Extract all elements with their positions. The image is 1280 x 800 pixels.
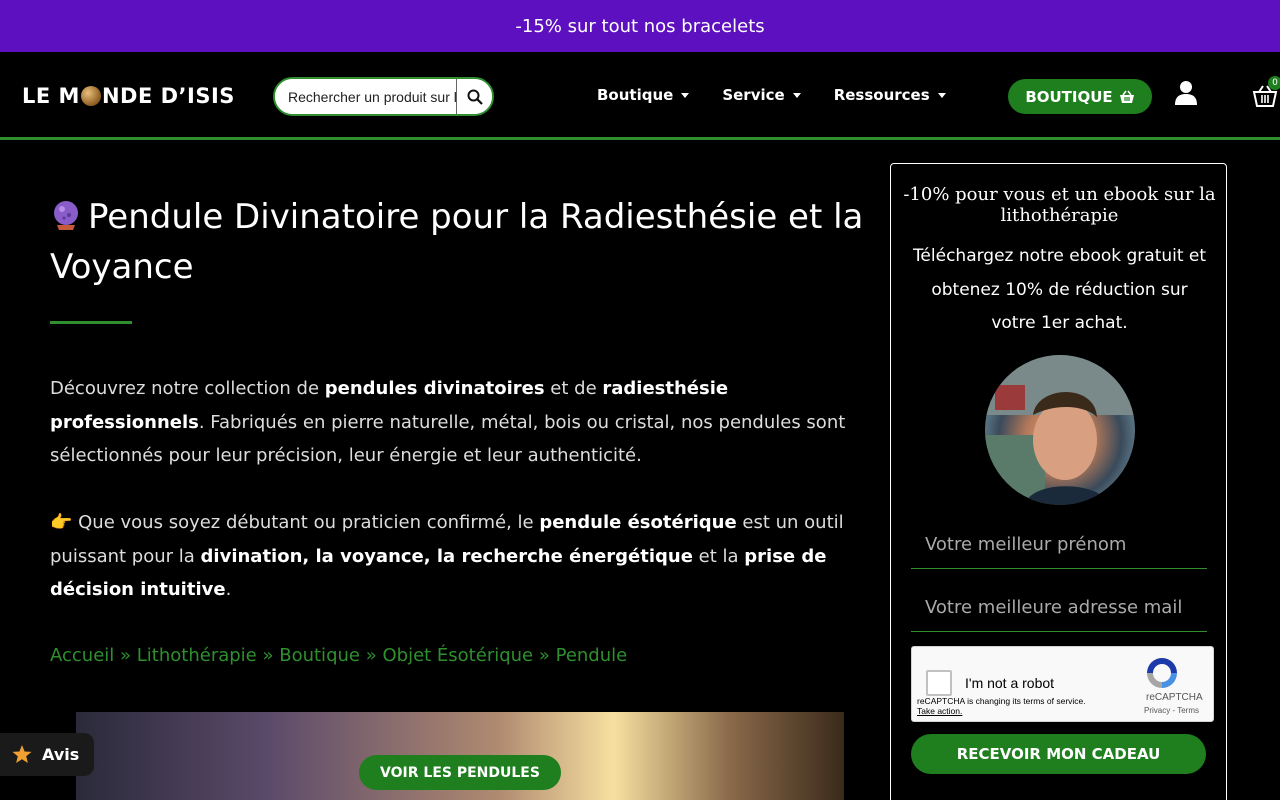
recaptcha-label: I'm not a robot xyxy=(965,675,1055,691)
author-avatar xyxy=(985,355,1135,505)
receive-gift-button[interactable]: RECEVOIR MON CADEAU xyxy=(911,734,1206,774)
breadcrumb-link-boutique[interactable]: Boutique xyxy=(279,645,360,666)
nav-item-service[interactable]: Service xyxy=(722,86,801,104)
view-pendulums-label: VOIR LES PENDULES xyxy=(380,764,540,781)
card-description: Téléchargez notre ebook gratuit et obten… xyxy=(912,246,1207,333)
search-bar xyxy=(273,77,494,116)
recaptcha-checkbox[interactable] xyxy=(926,670,952,696)
nav-label: Boutique xyxy=(597,86,674,104)
main-nav: Boutique Service Ressources xyxy=(597,86,946,104)
nav-label: Service xyxy=(722,86,785,104)
recaptcha-terms-text: reCAPTCHA is changing its terms of servi… xyxy=(917,696,1086,706)
site-header: LE M NDE D’ISIS Boutique Service Ressourc… xyxy=(0,52,1280,140)
intro-paragraph: Découvrez notre collection de pendules d… xyxy=(50,372,870,473)
pointing-hand-icon: 👉 xyxy=(50,512,73,533)
promo-bar: -15% sur tout nos bracelets xyxy=(0,0,1280,52)
recaptcha-terms-notice: reCAPTCHA is changing its terms of servi… xyxy=(917,696,1086,716)
recaptcha-links: Privacy - Terms xyxy=(1144,706,1199,715)
cart-count-badge: 0 xyxy=(1268,76,1280,90)
title-divider xyxy=(50,321,132,324)
breadcrumb-link-objet-esoterique[interactable]: Objet Ésotérique xyxy=(382,645,533,666)
boutique-button-label: BOUTIQUE xyxy=(1025,87,1113,106)
avatar-portrait xyxy=(985,355,1135,505)
logo-text-end: NDE D’ISIS xyxy=(101,84,235,108)
breadcrumb-link-accueil[interactable]: Accueil xyxy=(50,645,114,666)
breadcrumb-current-pendule[interactable]: Pendule xyxy=(556,645,628,666)
breadcrumb-separator: » xyxy=(365,645,377,666)
page-title-text: Pendule Divinatoire pour la Radiesthésie… xyxy=(50,197,864,287)
search-input[interactable] xyxy=(275,79,456,114)
promo-text: -15% sur tout nos bracelets xyxy=(515,15,765,37)
recaptcha-privacy-link[interactable]: Privacy xyxy=(1144,706,1170,715)
recaptcha-brand: reCAPTCHA xyxy=(1146,692,1203,703)
recaptcha-take-action-link[interactable]: Take action. xyxy=(917,706,962,716)
nav-label: Ressources xyxy=(833,86,930,104)
caret-down-icon xyxy=(792,92,801,98)
recaptcha-terms-link[interactable]: Terms xyxy=(1177,706,1199,715)
search-icon xyxy=(467,89,483,105)
firstname-placeholder: Votre meilleur prénom xyxy=(925,534,1127,555)
bold-text: pendules divinatoires xyxy=(324,378,545,399)
breadcrumb-link-lithotherapie[interactable]: Lithothérapie xyxy=(137,645,257,666)
breadcrumb-separator: » xyxy=(120,645,132,666)
text: Que vous soyez débutant ou praticien con… xyxy=(72,512,540,533)
reviews-label: Avis xyxy=(42,745,80,764)
bold-text: divination, la voyance, la recherche éne… xyxy=(200,545,693,567)
reviews-tab[interactable]: Avis xyxy=(0,733,94,776)
page-title: Pendule Divinatoire pour la Radiesthésie… xyxy=(50,192,870,292)
star-icon xyxy=(12,745,32,763)
breadcrumb: Accueil » Lithothérapie » Boutique » Obj… xyxy=(50,645,627,666)
email-placeholder: Votre meilleure adresse mail xyxy=(925,597,1183,618)
basket-icon xyxy=(1119,90,1134,103)
boutique-button[interactable]: BOUTIQUE xyxy=(1008,79,1152,114)
receive-gift-label: RECEVOIR MON CADEAU xyxy=(956,745,1161,763)
text: et la xyxy=(692,545,745,567)
breadcrumb-separator: » xyxy=(538,645,550,666)
email-field[interactable]: Votre meilleure adresse mail xyxy=(911,584,1207,632)
text: . xyxy=(225,579,232,600)
crystal-ball-icon xyxy=(54,201,78,230)
view-pendulums-button[interactable]: VOIR LES PENDULES xyxy=(359,755,561,790)
recaptcha-logo-icon xyxy=(1147,658,1177,688)
recaptcha-widget: I'm not a robot reCAPTCHA is changing it… xyxy=(911,646,1214,722)
newsletter-card: -10% pour vous et un ebook sur la lithot… xyxy=(890,163,1227,800)
site-logo[interactable]: LE M NDE D’ISIS xyxy=(22,84,235,108)
caret-down-icon xyxy=(681,92,690,98)
breadcrumb-separator: » xyxy=(262,645,274,666)
search-button[interactable] xyxy=(456,79,492,114)
firstname-field[interactable]: Votre meilleur prénom xyxy=(911,521,1207,569)
moon-icon xyxy=(80,86,101,106)
user-account-icon[interactable] xyxy=(1174,80,1198,106)
logo-text-start: LE M xyxy=(22,84,80,108)
usage-paragraph: 👉 Que vous soyez débutant ou praticien c… xyxy=(50,506,870,607)
bold-text: pendule ésotérique xyxy=(539,512,737,533)
card-title: -10% pour vous et un ebook sur la lithot… xyxy=(903,184,1216,226)
nav-item-boutique[interactable]: Boutique xyxy=(597,86,690,104)
caret-down-icon xyxy=(937,92,946,98)
text: et de xyxy=(544,378,603,399)
nav-item-ressources[interactable]: Ressources xyxy=(834,86,946,104)
text: Découvrez notre collection de xyxy=(50,378,325,399)
